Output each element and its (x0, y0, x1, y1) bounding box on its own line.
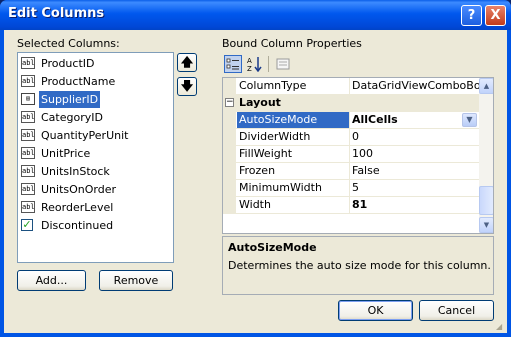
textbox-column-icon: abl (21, 75, 35, 87)
property-name: MinimumWidth (237, 180, 350, 196)
textbox-column-icon: abl (21, 147, 35, 159)
property-name: AutoSizeMode (237, 112, 350, 128)
combobox-column-icon: ▤ (21, 93, 35, 105)
property-row[interactable]: FillWeight 100 (223, 146, 479, 163)
scroll-up-icon[interactable]: ▲ (479, 78, 493, 94)
scroll-down-icon[interactable]: ▼ (479, 217, 493, 233)
title-bar[interactable]: Edit Columns ? X (0, 0, 511, 30)
help-button[interactable]: ? (461, 5, 482, 26)
arrow-down-icon: 🡇 (180, 79, 194, 93)
list-item-label: ProductID (41, 57, 95, 70)
category-name: Layout (239, 96, 281, 109)
property-pages-icon[interactable] (274, 55, 292, 73)
property-name: DividerWidth (237, 129, 350, 145)
chevron-down-icon[interactable]: ▼ (462, 113, 477, 127)
property-value[interactable]: False (350, 163, 479, 179)
description-title: AutoSizeMode (228, 241, 317, 254)
dialog-client-area: Selected Columns: abl ProductID abl Prod… (4, 30, 507, 333)
arrow-up-icon: 🡅 (180, 55, 194, 69)
move-down-button[interactable]: 🡇 (177, 77, 197, 96)
property-value[interactable]: DataGridViewComboBoxCo (350, 78, 479, 94)
description-text: Determines the auto size mode for this c… (228, 259, 491, 272)
selected-columns-label: Selected Columns: (17, 37, 120, 50)
textbox-column-icon: abl (21, 111, 35, 123)
textbox-column-icon: abl (21, 201, 35, 213)
property-row[interactable]: Width 81 (223, 197, 479, 214)
property-name: ColumnType (237, 78, 350, 94)
alphabetical-icon[interactable]: AZ (246, 55, 264, 73)
categorized-icon[interactable] (224, 55, 242, 73)
window-title: Edit Columns (8, 6, 105, 21)
property-value: AllCells (352, 113, 398, 126)
ok-button[interactable]: OK (338, 300, 413, 321)
toolbar-separator (268, 56, 269, 72)
resize-grip-icon[interactable]: ◢ (496, 322, 506, 332)
property-row[interactable]: MinimumWidth 5 (223, 180, 479, 197)
list-item-label: UnitPrice (41, 147, 91, 160)
vertical-scrollbar[interactable]: ▲ ▼ (479, 78, 493, 233)
property-value[interactable]: 5 (350, 180, 479, 196)
list-item-label: ReorderLevel (41, 201, 114, 214)
property-category-row[interactable]: − Layout (223, 95, 479, 112)
list-item-label: CategoryID (41, 111, 103, 124)
list-item-label: UnitsInStock (41, 165, 110, 178)
list-item-label: SupplierID (39, 91, 101, 108)
textbox-column-icon: abl (21, 165, 35, 177)
dialog-window: Edit Columns ? X Selected Columns: abl P… (0, 0, 511, 337)
textbox-column-icon: abl (21, 57, 35, 69)
svg-text:A: A (247, 57, 252, 65)
property-row[interactable]: Frozen False (223, 163, 479, 180)
checkbox-column-icon: ✓ (21, 218, 33, 231)
property-value[interactable]: 0 (350, 129, 479, 145)
property-value[interactable]: 81 (350, 197, 479, 213)
property-name: FillWeight (237, 146, 350, 162)
add-button[interactable]: Add... (17, 270, 86, 291)
textbox-column-icon: abl (21, 183, 35, 195)
list-item-label: ProductName (41, 75, 116, 88)
svg-text:Z: Z (247, 65, 252, 72)
scroll-thumb[interactable] (479, 186, 493, 215)
list-item-label: UnitsOnOrder (41, 183, 117, 196)
property-row[interactable]: ColumnType DataGridViewComboBoxCo (223, 78, 479, 95)
property-name: Width (237, 197, 350, 213)
cancel-button[interactable]: Cancel (419, 300, 494, 321)
property-description-pane: AutoSizeMode Determines the auto size mo… (222, 236, 494, 295)
property-value[interactable]: 100 (350, 146, 479, 162)
collapse-icon[interactable]: − (225, 98, 234, 107)
property-name: Frozen (237, 163, 350, 179)
list-item-label: Discontinued (41, 219, 114, 232)
selected-columns-list[interactable]: abl ProductID abl ProductName ▤ Supplier… (17, 52, 174, 263)
close-button[interactable]: X (485, 5, 506, 26)
property-grid[interactable]: ColumnType DataGridViewComboBoxCo − Layo… (222, 77, 494, 234)
property-value-dropdown[interactable]: AllCells ▼ (350, 112, 479, 128)
list-item-label: QuantityPerUnit (41, 129, 129, 142)
bound-column-properties-label: Bound Column Properties (222, 37, 362, 50)
property-row[interactable]: AutoSizeMode AllCells ▼ (223, 112, 479, 129)
remove-button[interactable]: Remove (99, 270, 173, 291)
property-row[interactable]: DividerWidth 0 (223, 129, 479, 146)
textbox-column-icon: abl (21, 129, 35, 141)
move-up-button[interactable]: 🡅 (177, 53, 197, 72)
